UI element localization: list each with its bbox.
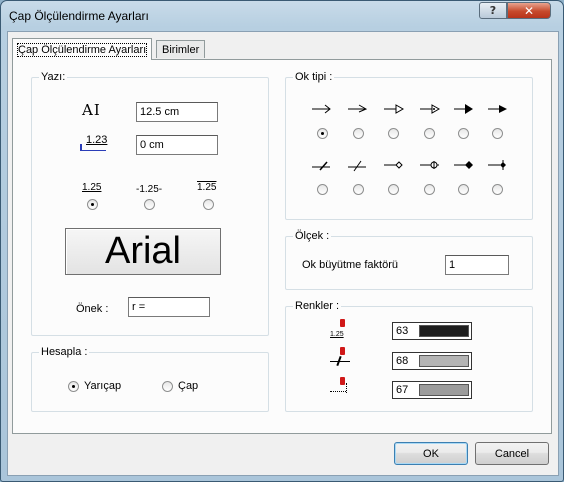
- position-below-label: 1.25: [197, 182, 217, 193]
- arrow-type-radio-6[interactable]: [492, 128, 503, 139]
- arrow-type-radio-8[interactable]: [353, 184, 364, 195]
- tick-slash-icon[interactable]: [310, 158, 334, 172]
- extension-color-picker[interactable]: 67: [392, 381, 472, 399]
- arrow-type-radio-4[interactable]: [424, 128, 435, 139]
- arrow-type-radio-2[interactable]: [353, 128, 364, 139]
- position-above-label: 1.25: [82, 182, 102, 193]
- hesapla-group: Hesapla : Yarıçap Çap: [31, 346, 269, 412]
- yaricap-radio[interactable]: [68, 381, 79, 392]
- extension-color-swatch: [419, 384, 469, 396]
- half-arrow-icon[interactable]: [346, 102, 370, 116]
- extension-line: [330, 391, 346, 392]
- ok-tipi-group: Ok tipi :: [285, 71, 533, 220]
- slash-tick-icon[interactable]: [346, 158, 370, 172]
- filled-diamond-plus-icon[interactable]: [486, 158, 510, 172]
- yazi-group: Yazı: AI 1.23 1.25 -1.25- 1.25 Arial Öne…: [31, 71, 269, 336]
- text-height-input[interactable]: [136, 102, 218, 122]
- font-select-button[interactable]: Arial: [65, 228, 221, 275]
- tab-cap-olculendirme[interactable]: Çap Ölçülendirme Ayarları: [12, 38, 153, 60]
- ok-tipi-group-label: Ok tipi :: [293, 71, 335, 83]
- tab-birimler[interactable]: Birimler: [156, 40, 206, 58]
- crossed-circle-icon[interactable]: [418, 158, 442, 172]
- color-pin: [340, 319, 345, 327]
- arrow-type-radio-9[interactable]: [388, 184, 399, 195]
- color-pin: [340, 347, 345, 355]
- line-arrow-icon[interactable]: [310, 102, 334, 116]
- open-diamond-icon[interactable]: [382, 158, 406, 172]
- position-inline-label: -1.25-: [136, 184, 163, 195]
- olcek-group: Ölçek : Ok büyütme faktörü: [285, 230, 533, 290]
- tab-label: Birimler: [162, 43, 200, 56]
- arrow-type-radio-7[interactable]: [317, 184, 328, 195]
- prefix-input[interactable]: [128, 297, 210, 317]
- text-color-picker[interactable]: 63: [392, 322, 472, 340]
- filled-wide-arrow-icon[interactable]: [486, 102, 510, 116]
- prefix-label: Önek :: [76, 303, 109, 315]
- arrow-type-radio-5[interactable]: [458, 128, 469, 139]
- ok-button[interactable]: OK: [394, 442, 468, 465]
- renkler-group: Renkler : 1.25 63 68 67: [285, 300, 533, 412]
- close-button[interactable]: ✕: [507, 2, 551, 19]
- text-color-swatch: [419, 325, 469, 337]
- arrow-type-radio-3[interactable]: [388, 128, 399, 139]
- hesapla-group-label: Hesapla :: [39, 346, 90, 358]
- text-height-icon: AI: [82, 101, 101, 119]
- position-below-radio[interactable]: [203, 199, 214, 210]
- text-offset-icon-label: 1.23: [86, 134, 108, 146]
- help-button[interactable]: ?: [479, 2, 507, 19]
- line-color-icon: [330, 347, 352, 369]
- line-color-value: 68: [396, 355, 409, 367]
- cancel-button[interactable]: Cancel: [475, 442, 549, 465]
- text-color-icon: 1.25: [330, 319, 352, 341]
- position-above-radio[interactable]: [87, 199, 98, 210]
- arrow-type-radio-11[interactable]: [458, 184, 469, 195]
- open-triangle-arrow-icon[interactable]: [382, 102, 406, 116]
- extension-color-icon: [330, 377, 352, 399]
- text-color-value: 63: [396, 325, 409, 337]
- text-offset-icon: 1.23: [80, 134, 110, 154]
- text-color-icon-label: 1.25: [330, 331, 344, 338]
- filled-triangle-arrow-icon[interactable]: [452, 102, 476, 116]
- tab-label: Çap Ölçülendirme Ayarları: [16, 42, 148, 57]
- yazi-group-label: Yazı:: [39, 71, 68, 83]
- arrow-scale-label: Ok büyütme faktörü: [302, 259, 398, 271]
- position-inline-radio[interactable]: [144, 199, 155, 210]
- cap-label: Çap: [178, 380, 199, 392]
- yaricap-label: Yarıçap: [84, 380, 122, 392]
- line-color-swatch: [419, 355, 469, 367]
- dialog-client-area: Çap Ölçülendirme Ayarları Birimler Yazı:…: [7, 31, 559, 476]
- arrow-type-radio-10[interactable]: [424, 184, 435, 195]
- filled-diamond-icon[interactable]: [452, 158, 476, 172]
- title-bar[interactable]: Çap Ölçülendirme Ayarları ? ✕: [1, 1, 563, 31]
- window-title: Çap Ölçülendirme Ayarları: [9, 9, 149, 23]
- color-pin: [340, 377, 345, 385]
- text-offset-input[interactable]: [136, 135, 218, 155]
- line-color-picker[interactable]: 68: [392, 352, 472, 370]
- offset-baseline: [80, 150, 106, 151]
- cap-radio[interactable]: [162, 381, 173, 392]
- extension-color-value: 67: [396, 384, 409, 396]
- arrow-type-radio-1[interactable]: [317, 128, 328, 139]
- olcek-group-label: Ölçek :: [293, 230, 332, 242]
- open-dot-triangle-arrow-icon[interactable]: [418, 102, 442, 116]
- dialog-window: Çap Ölçülendirme Ayarları ? ✕ Çap Ölçüle…: [0, 0, 564, 482]
- arrow-type-radio-12[interactable]: [492, 184, 503, 195]
- arrow-scale-input[interactable]: [445, 255, 509, 275]
- renkler-group-label: Renkler :: [293, 300, 342, 312]
- extension-tick: [346, 383, 347, 393]
- tab-panel: Yazı: AI 1.23 1.25 -1.25- 1.25 Arial Öne…: [12, 59, 552, 434]
